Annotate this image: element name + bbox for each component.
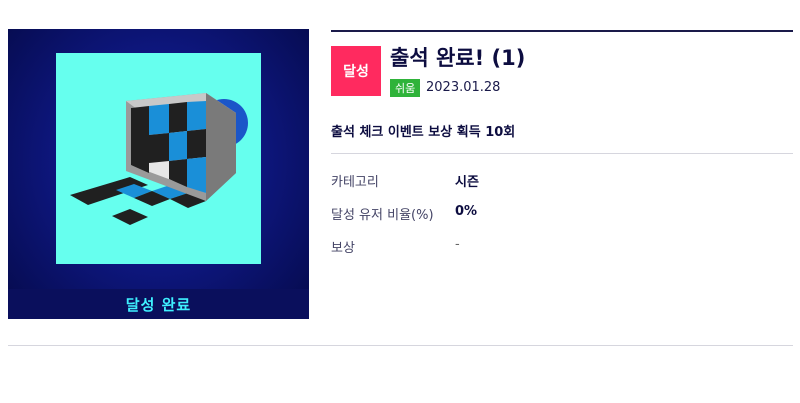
achievement-title: 출석 완료! (1) [390, 46, 526, 70]
achievement-description: 출석 체크 이벤트 보상 획득 10회 [331, 125, 516, 140]
category-value: 시즌 [455, 175, 479, 190]
difficulty-badge: 쉬움 [390, 79, 421, 97]
header-divider [331, 30, 793, 32]
achievement-art [56, 53, 261, 264]
reward-value: - [455, 237, 460, 252]
achievement-date: 2023.01.28 [426, 80, 501, 95]
description-divider [331, 153, 793, 154]
achieved-badge: 달성 [331, 46, 381, 96]
completion-rate-label: 달성 유저 비율(%) [331, 208, 434, 223]
reward-label: 보상 [331, 241, 355, 256]
section-divider [8, 345, 793, 346]
achievement-card: 달성 완료 [8, 29, 309, 319]
category-label: 카테고리 [331, 175, 379, 190]
calendar-check-icon [70, 93, 248, 225]
card-status-text: 달성 완료 [125, 295, 192, 314]
completion-rate-value: 0% [455, 204, 478, 219]
card-status-bar: 달성 완료 [8, 289, 309, 319]
